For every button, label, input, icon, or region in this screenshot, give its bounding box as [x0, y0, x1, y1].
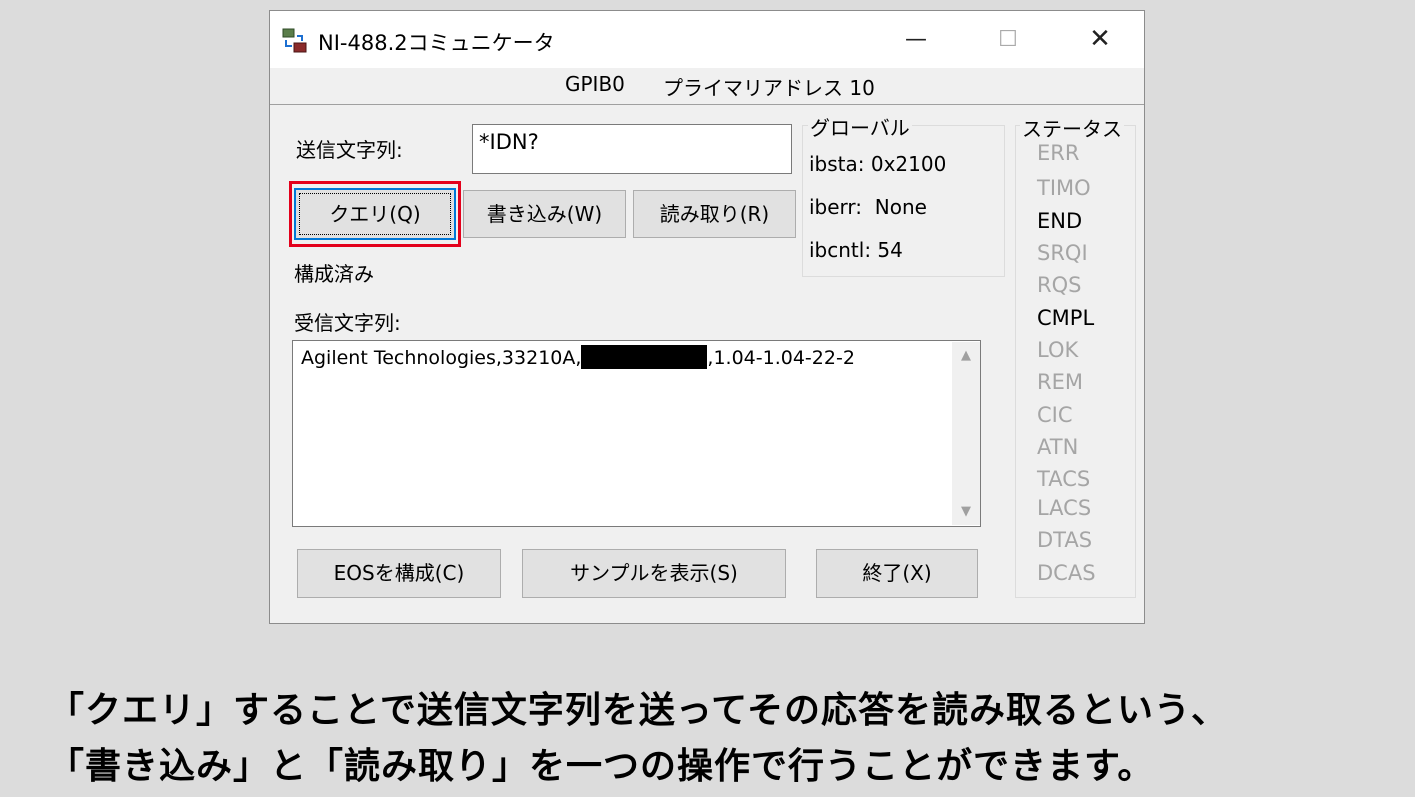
configure-eos-label: EOSを構成(C) — [333, 561, 465, 585]
caption-line-1: 「クエリ」することで送信文字列を送ってその応答を読み取るという、 — [48, 690, 1229, 731]
send-string-value: *IDN? — [479, 130, 539, 154]
status-cic: CIC — [1037, 403, 1073, 427]
window-title: NI-488.2コミュニケータ — [318, 31, 555, 55]
status-tacs: TACS — [1037, 467, 1091, 491]
redacted-serial — [581, 345, 708, 369]
status-lok: LOK — [1037, 338, 1079, 362]
receive-value-prefix: Agilent Technologies,33210A, — [301, 347, 582, 369]
global-group-title: グローバル — [808, 112, 912, 141]
send-string-input[interactable]: *IDN? — [472, 124, 792, 174]
status-atn: ATN — [1037, 435, 1079, 459]
maximize-icon: ☐ — [998, 27, 1018, 52]
status-rem: REM — [1037, 370, 1083, 394]
caption-line-2: 「書き込み」と「読み取り」を一つの操作で行うことができます。 — [48, 746, 1155, 787]
iberr-value: iberr: None — [809, 195, 927, 219]
configure-eos-button[interactable]: EOSを構成(C) — [297, 549, 501, 598]
scroll-down-icon[interactable]: ▼ — [952, 504, 980, 519]
ibsta-value: ibsta: 0x2100 — [809, 152, 947, 176]
primary-address: プライマリアドレス 10 — [663, 76, 875, 100]
minimize-icon: — — [905, 27, 927, 52]
query-highlight-box — [289, 181, 461, 247]
read-button[interactable]: 読み取り(R) — [633, 190, 796, 238]
exit-button[interactable]: 終了(X) — [816, 549, 978, 598]
title-bar[interactable]: NI-488.2コミュニケータ — ☐ ✕ — [270, 11, 1144, 68]
status-timo: TIMO — [1037, 176, 1091, 200]
send-string-label: 送信文字列: — [296, 138, 403, 162]
device-info-bar: GPIB0 プライマリアドレス 10 — [270, 68, 1144, 105]
minimize-button[interactable]: — — [870, 11, 962, 68]
close-button[interactable]: ✕ — [1054, 11, 1146, 68]
write-button[interactable]: 書き込み(W) — [463, 190, 626, 238]
read-button-label: 読み取り(R) — [659, 202, 770, 226]
show-sample-button[interactable]: サンプルを表示(S) — [522, 549, 786, 598]
status-dcas: DCAS — [1037, 561, 1096, 585]
show-sample-label: サンプルを表示(S) — [570, 561, 738, 585]
write-button-label: 書き込み(W) — [486, 202, 603, 226]
status-lacs: LACS — [1037, 496, 1092, 520]
status-cmpl: CMPL — [1037, 306, 1095, 330]
receive-string-textarea[interactable]: Agilent Technologies,33210A, ,1.04-1.04-2… — [292, 340, 981, 527]
status-dtas: DTAS — [1037, 528, 1093, 552]
status-group-title: ステータス — [1020, 113, 1124, 142]
scroll-up-icon[interactable]: ▲ — [952, 348, 980, 363]
receive-value-suffix: ,1.04-1.04-22-2 — [707, 347, 855, 369]
ibcntl-value: ibcntl: 54 — [809, 238, 903, 262]
exit-button-label: 終了(X) — [862, 561, 932, 585]
status-err: ERR — [1037, 141, 1080, 165]
close-icon: ✕ — [1089, 24, 1111, 54]
configuration-status: 構成済み — [294, 262, 374, 286]
maximize-button[interactable]: ☐ — [962, 11, 1054, 68]
board-name: GPIB0 — [565, 72, 625, 96]
status-end: END — [1037, 209, 1083, 233]
status-rqs: RQS — [1037, 273, 1082, 297]
status-srqi: SRQI — [1037, 241, 1088, 265]
receive-string-label: 受信文字列: — [294, 311, 401, 335]
receive-string-text: Agilent Technologies,33210A, ,1.04-1.04-2… — [301, 345, 855, 369]
app-icon — [282, 28, 307, 53]
receive-scrollbar[interactable]: ▲ ▼ — [952, 342, 980, 525]
